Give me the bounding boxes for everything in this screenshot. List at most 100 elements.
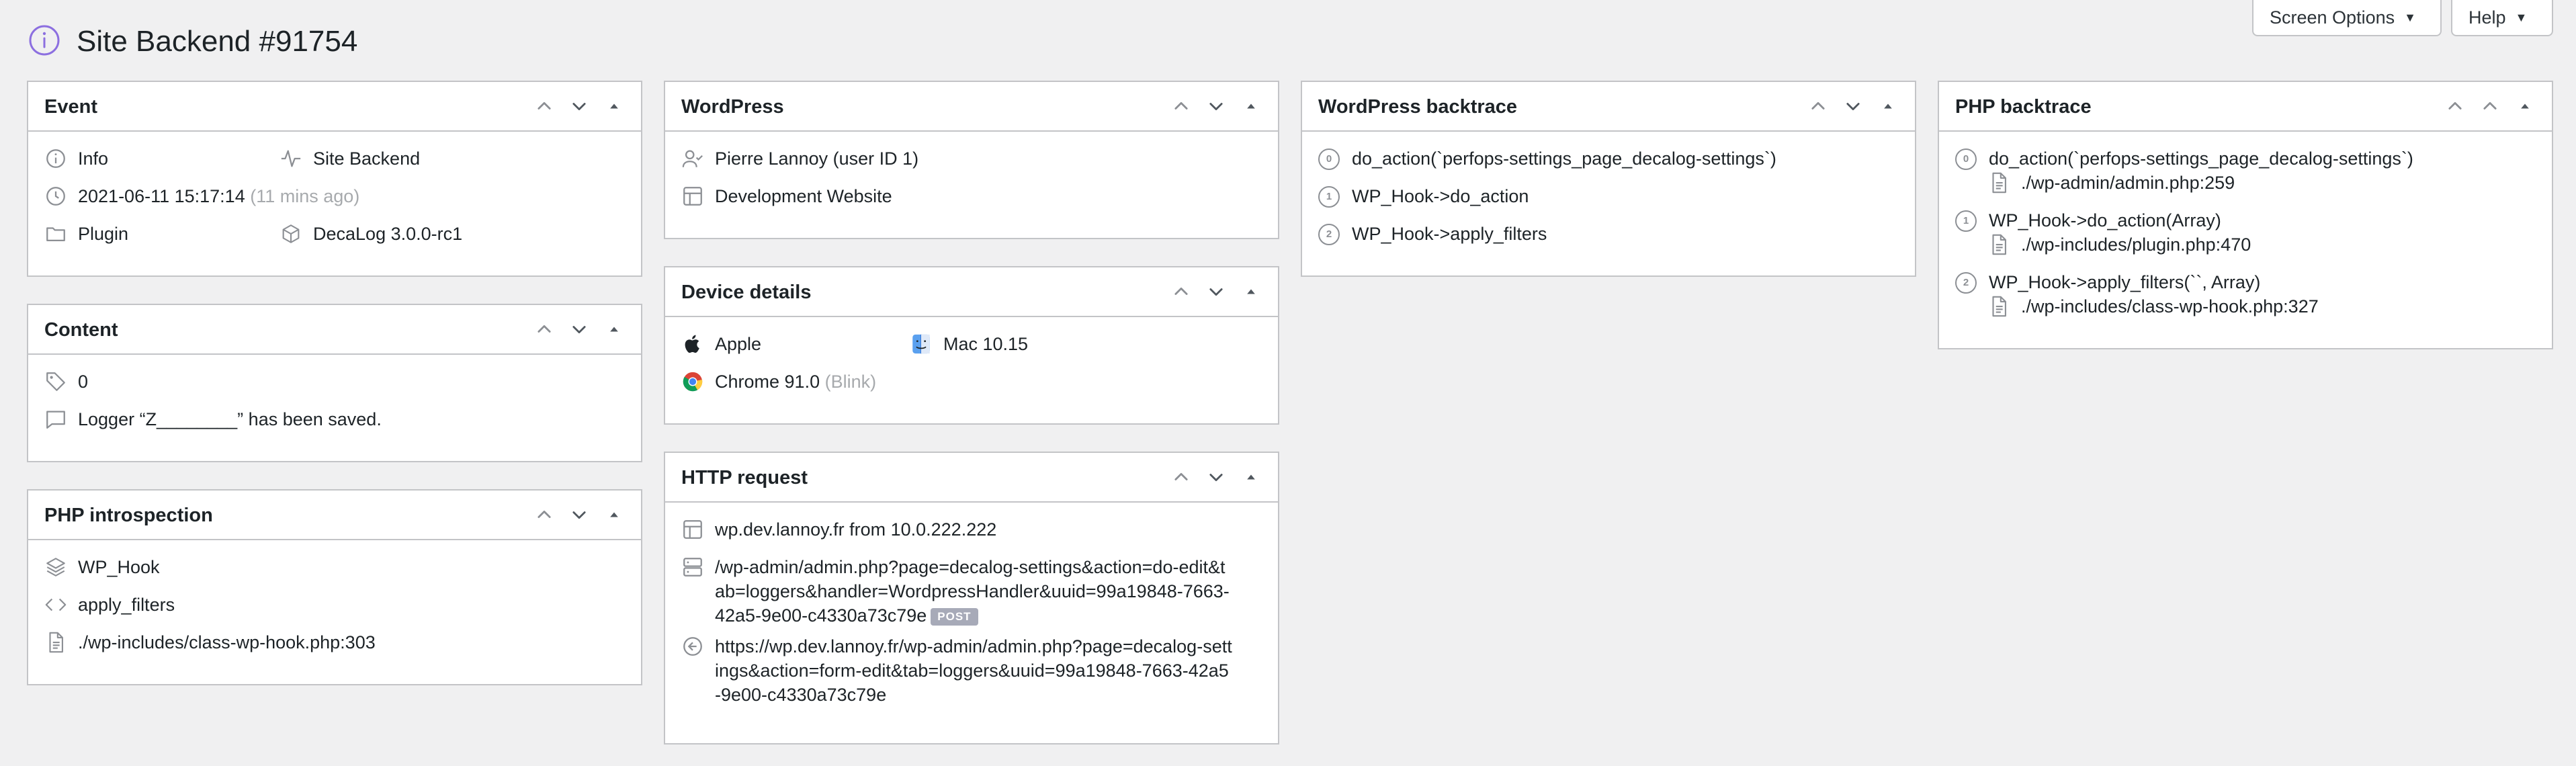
folder-icon [44, 222, 67, 245]
help-label: Help [2468, 7, 2506, 28]
apple-icon [681, 333, 704, 355]
toggle-panel-button[interactable] [598, 305, 630, 353]
backtrace-item: 0 do_action(`perfops-settings_page_decal… [1955, 140, 2536, 202]
php-class: WP_Hook [78, 557, 160, 577]
code-icon [44, 593, 67, 616]
move-up-button[interactable] [1165, 267, 1197, 316]
move-up-button[interactable] [528, 305, 560, 353]
file-icon [1987, 295, 2010, 318]
event-box: Event Info Site Backend 2021-06-11 15:17… [27, 81, 642, 277]
device-engine: (Blink) [824, 372, 877, 392]
device-browser: Chrome 91.0 [715, 372, 820, 392]
content-box: Content 0 Logger “Z________” has been sa… [27, 304, 642, 462]
move-up-button[interactable] [528, 82, 560, 130]
device-details-box-header: Device details [665, 267, 1278, 317]
move-down-button[interactable] [1200, 267, 1232, 316]
chrome-icon [681, 370, 704, 393]
backtrace-item: 2 WP_Hook->apply_filters(``, Array) ./wp… [1955, 263, 2536, 325]
wordpress-box: WordPress Pierre Lannoy (user ID 1) Deve… [664, 81, 1279, 239]
php-file: ./wp-includes/class-wp-hook.php:303 [78, 632, 376, 652]
move-down-button[interactable] [1200, 82, 1232, 130]
user-check-icon [681, 147, 704, 170]
move-up-button[interactable] [1802, 82, 1834, 130]
backtrace-file: ./wp-includes/plugin.php:470 [2021, 235, 2251, 255]
backtrace-call: do_action(`perfops-settings_page_decalog… [1989, 148, 2413, 169]
device-details-box: Device details Apple Mac 10.15 Chrome 91… [664, 266, 1279, 425]
server-icon [681, 556, 704, 579]
move-down-button[interactable] [563, 491, 595, 539]
box-title: Content [44, 319, 118, 341]
event-channel: Site Backend [313, 148, 421, 169]
arrow-left-circle-icon [681, 635, 704, 658]
index-badge-icon: 0 [1318, 148, 1340, 170]
backtrace-item: 0 do_action(`perfops-settings_page_decal… [1318, 140, 1899, 177]
finder-icon [910, 333, 933, 355]
backtrace-file: ./wp-admin/admin.php:259 [2021, 173, 2235, 193]
event-box-header: Event [28, 82, 641, 132]
toggle-panel-button[interactable] [1235, 82, 1267, 130]
tag-icon [44, 370, 67, 393]
toggle-panel-button[interactable] [1235, 453, 1267, 501]
box-title: Event [44, 96, 97, 118]
php-introspection-box-header: PHP introspection [28, 491, 641, 540]
backtrace-file: ./wp-includes/class-wp-hook.php:327 [2021, 296, 2319, 316]
move-down-button[interactable] [563, 305, 595, 353]
message-icon [44, 408, 67, 431]
backtrace-call: WP_Hook->do_action [1352, 186, 1529, 206]
move-down-button[interactable] [2474, 82, 2506, 130]
file-icon [1987, 171, 2010, 194]
index-badge-icon: 1 [1318, 186, 1340, 208]
package-icon [280, 222, 302, 245]
http-verb-badge: POST [931, 607, 978, 626]
info-icon [28, 24, 60, 56]
file-icon [1987, 233, 2010, 256]
backtrace-call: WP_Hook->apply_filters(``, Array) [1989, 272, 2261, 292]
content-message: Logger “Z________” has been saved. [78, 409, 382, 429]
wordpress-backtrace-box: WordPress backtrace 0 do_action(`perfops… [1301, 81, 1916, 277]
toggle-panel-button[interactable] [598, 491, 630, 539]
move-down-button[interactable] [1200, 453, 1232, 501]
php-backtrace-box-header: PHP backtrace [1939, 82, 2552, 132]
screen-options-button[interactable]: Screen Options ▼ [2252, 0, 2442, 36]
wp-user: Pierre Lannoy (user ID 1) [715, 148, 919, 169]
event-source-name: DecaLog 3.0.0-rc1 [313, 224, 463, 244]
http-referrer: https://wp.dev.lannoy.fr/wp-admin/admin.… [715, 636, 1232, 705]
box-title: WordPress [681, 96, 784, 118]
content-code: 0 [78, 372, 89, 392]
php-introspection-box: PHP introspection WP_Hook apply_filters … [27, 489, 642, 685]
move-down-button[interactable] [1837, 82, 1869, 130]
caret-down-icon: ▼ [2515, 10, 2528, 24]
toggle-panel-button[interactable] [2509, 82, 2541, 130]
index-badge-icon: 2 [1318, 224, 1340, 245]
box-title: PHP backtrace [1955, 96, 2092, 118]
wordpress-backtrace-box-header: WordPress backtrace [1302, 82, 1915, 132]
toggle-panel-button[interactable] [598, 82, 630, 130]
http-host: wp.dev.lannoy.fr from 10.0.222.222 [715, 519, 997, 540]
clock-icon [44, 185, 67, 208]
toggle-panel-button[interactable] [1872, 82, 1904, 130]
event-ago: (11 mins ago) [250, 186, 360, 206]
move-down-button[interactable] [563, 82, 595, 130]
backtrace-item: 1 WP_Hook->do_action [1318, 177, 1899, 215]
move-up-button[interactable] [1165, 453, 1197, 501]
toggle-panel-button[interactable] [1235, 267, 1267, 316]
layout-icon [681, 185, 704, 208]
caret-down-icon: ▼ [2404, 10, 2416, 24]
device-brand: Apple [715, 334, 762, 354]
move-up-button[interactable] [1165, 82, 1197, 130]
layout-icon [681, 518, 704, 541]
box-title: WordPress backtrace [1318, 96, 1518, 118]
backtrace-item: 1 WP_Hook->do_action(Array) ./wp-include… [1955, 202, 2536, 263]
http-request-box: HTTP request wp.dev.lannoy.fr from 10.0.… [664, 452, 1279, 744]
move-up-button[interactable] [2439, 82, 2471, 130]
box-title: PHP introspection [44, 505, 213, 526]
event-level: Info [78, 148, 109, 169]
move-up-button[interactable] [528, 491, 560, 539]
backtrace-call: WP_Hook->do_action(Array) [1989, 210, 2221, 230]
file-icon [44, 631, 67, 654]
index-badge-icon: 2 [1955, 272, 1977, 294]
box-title: Device details [681, 282, 812, 303]
index-badge-icon: 1 [1955, 210, 1977, 232]
content-box-header: Content [28, 305, 641, 355]
help-button[interactable]: Help ▼ [2451, 0, 2553, 36]
